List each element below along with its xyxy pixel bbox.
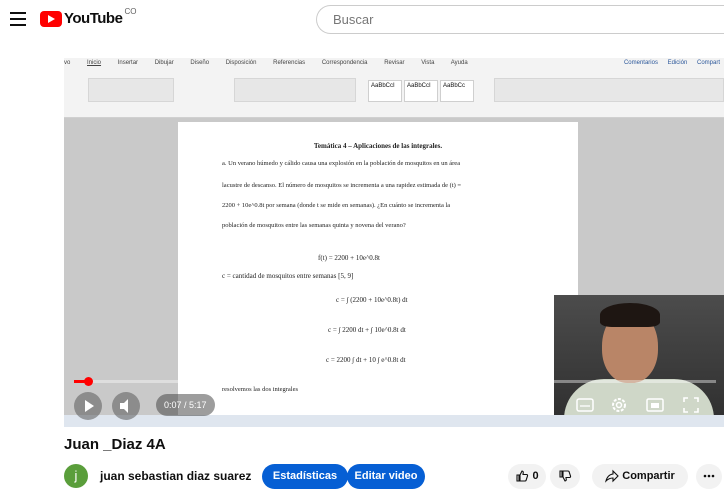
style-heading1: AaBbCc (440, 80, 474, 102)
doc-paragraph: población de mosquitos entre las semanas… (222, 222, 406, 229)
ribbon-comments: Comentarios (623, 60, 658, 66)
style-normal: AaBbCcI (368, 80, 402, 102)
player-controls: 0:07 / 5:17 (64, 376, 724, 427)
youtube-logo[interactable]: YouTube CO (40, 7, 137, 27)
miniplayer-icon (646, 398, 664, 412)
right-tool-group (494, 78, 724, 102)
ribbon-tab: Revisar (384, 60, 405, 66)
volume-icon (120, 399, 128, 413)
fullscreen-button[interactable] (676, 390, 706, 420)
doc-paragraph: 2200 + 10e^0.8t por semana (donde t se m… (222, 202, 451, 209)
ribbon-tools: AaBbCcI AaBbCcI AaBbCc (64, 74, 724, 118)
fullscreen-icon (683, 397, 699, 413)
ribbon-tab: Correspondencia (321, 60, 368, 66)
volume-button[interactable] (112, 392, 140, 420)
logo-text: YouTube (64, 10, 123, 27)
video-title: Juan _Diaz 4A (64, 436, 166, 453)
more-button[interactable] (696, 464, 722, 489)
logo-country: CO (124, 7, 137, 16)
share-icon (605, 469, 619, 483)
doc-paragraph: a. Un verano húmedo y cálido causa una e… (222, 160, 461, 167)
youtube-play-icon (40, 10, 62, 27)
ribbon-tabs: vo Inicio Insertar Dibujar Diseño Dispos… (64, 60, 483, 72)
share-button[interactable]: Compartir (592, 464, 688, 489)
doc-title: Temática 4 – Aplicaciones de las integra… (313, 142, 443, 150)
search-input[interactable]: Buscar (316, 5, 724, 34)
subtitles-icon (576, 398, 594, 412)
subtitles-button[interactable] (570, 390, 600, 420)
more-icon (703, 474, 715, 478)
style-nospacing: AaBbCcI (404, 80, 438, 102)
doc-equation: c = ∫ (2200 + 10e^0.8t) dt (336, 296, 408, 304)
ribbon-tab: Dibujar (154, 60, 174, 66)
miniplayer-button[interactable] (640, 390, 670, 420)
paragraph-group (234, 78, 356, 102)
scrubber-handle[interactable] (84, 377, 94, 386)
doc-equation: c = cantidad de mosquitos entre semanas … (222, 272, 354, 280)
time-display: 0:07 / 5:17 (156, 394, 215, 416)
ribbon-tab: vo (64, 60, 71, 66)
doc-equation: f(t) = 2200 + 10e^0.8t (318, 254, 380, 262)
doc-paragraph: lacustre de descanso. El número de mosqu… (222, 182, 462, 189)
play-icon (85, 400, 94, 412)
like-button[interactable]: 0 (508, 464, 546, 489)
ribbon-tab: Inicio (87, 60, 102, 66)
thumbs-down-icon (559, 470, 572, 482)
ribbon-tab: Ayuda (450, 60, 468, 66)
person-hair (600, 303, 660, 327)
ribbon-tab: Vista (421, 60, 435, 66)
doc-equation: c = 2200 ∫ dt + 10 ∫ e^0.8t dt (326, 356, 406, 364)
font-group (88, 78, 174, 102)
video-player[interactable]: vo Inicio Insertar Dibujar Diseño Dispos… (64, 58, 724, 427)
channel-name[interactable]: juan sebastian diaz suarez (100, 469, 251, 483)
gear-icon (612, 398, 626, 412)
channel-row: j juan sebastian diaz suarez Estadística… (64, 464, 724, 491)
menu-icon[interactable] (10, 12, 26, 26)
dislike-button[interactable] (550, 464, 580, 489)
doc-equation: c = ∫ 2200 dt + ∫ 10e^0.8t dt (328, 326, 406, 334)
share-label: Compartir (622, 470, 675, 482)
ribbon-tab: Diseño (190, 60, 210, 66)
ribbon-edit: Edición (667, 60, 688, 66)
top-bar: YouTube CO Buscar (0, 0, 724, 40)
word-ribbon: vo Inicio Insertar Dibujar Diseño Dispos… (64, 58, 724, 118)
stats-button[interactable]: Estadísticas (262, 464, 348, 489)
avatar[interactable]: j (64, 464, 88, 488)
progress-bar[interactable] (74, 377, 716, 386)
play-button[interactable] (74, 392, 102, 420)
ribbon-share: Compart (696, 60, 720, 66)
settings-button[interactable] (604, 390, 634, 420)
edit-video-button[interactable]: Editar video (347, 464, 425, 489)
ribbon-tab: Insertar (117, 60, 139, 66)
thumbs-up-icon (516, 470, 529, 482)
ribbon-right: Comentarios Edición Compart (616, 60, 720, 66)
like-count: 0 (532, 470, 539, 482)
ribbon-tab: Disposición (225, 60, 257, 66)
ribbon-tab: Referencias (273, 60, 306, 66)
